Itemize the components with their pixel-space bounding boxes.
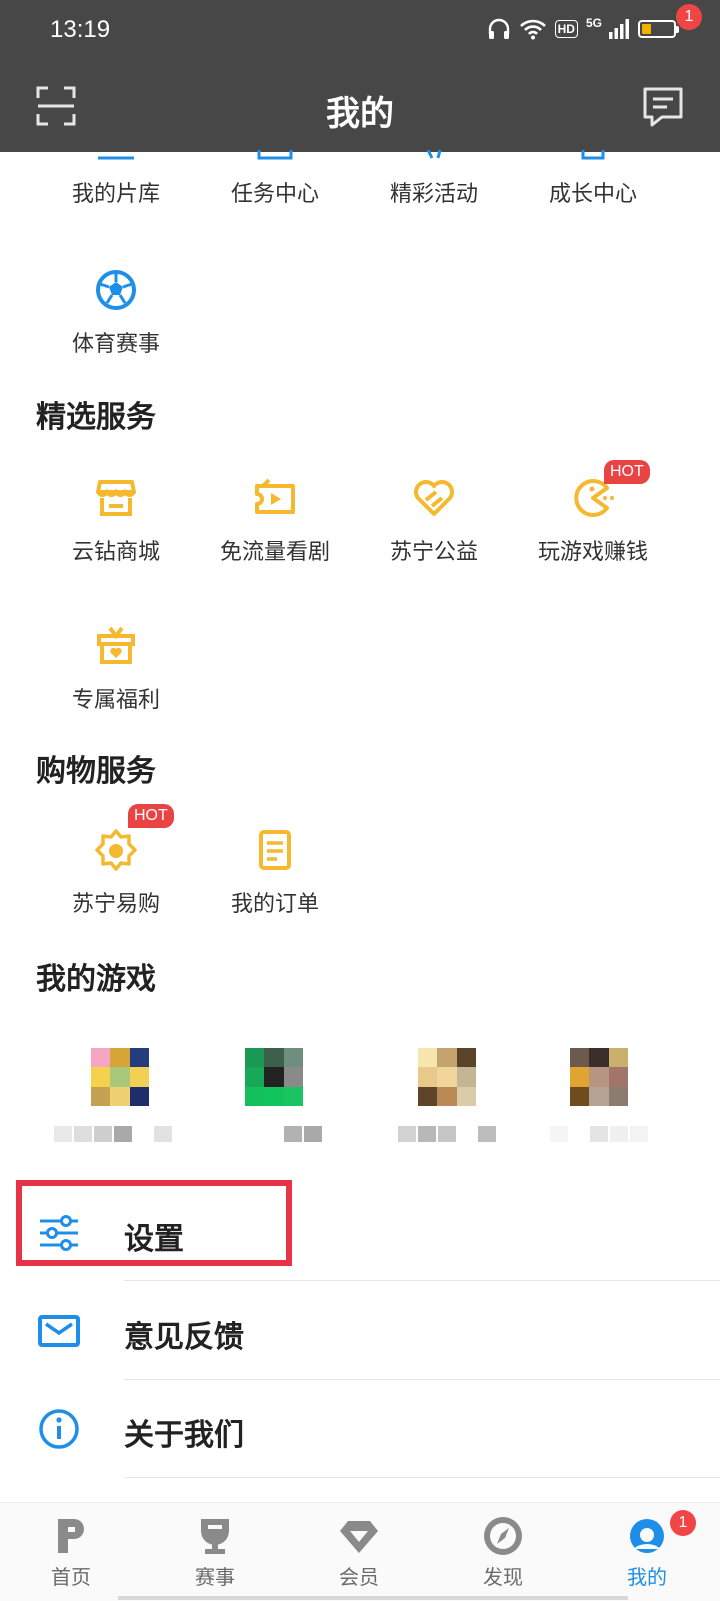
grid-label: 专属福利	[71, 688, 160, 713]
network-type: 5G	[585, 16, 602, 30]
section-title-featured: 精选服务	[36, 400, 156, 435]
game-name-blurred	[284, 1126, 322, 1142]
grid-item-store[interactable]: 云钻商城	[36, 476, 196, 566]
header-bar: 我的	[0, 64, 720, 152]
tab-discover[interactable]: 发现	[458, 1515, 548, 1590]
section-title-shopping: 购物服务	[36, 754, 156, 789]
grid-item-welfare[interactable]: 专属福利	[36, 624, 196, 714]
game-icon-2[interactable]	[245, 1048, 303, 1106]
headphones-icon	[488, 18, 509, 39]
profile-icon	[630, 1519, 664, 1553]
game-icon-3[interactable]	[418, 1048, 476, 1106]
tab-label: 首页	[51, 1565, 91, 1589]
grid-item-library[interactable]: 我的片库	[36, 150, 196, 208]
status-time: 13:19	[50, 16, 111, 43]
tab-profile-badge: 1	[670, 1510, 696, 1536]
tab-home[interactable]: 首页	[26, 1515, 116, 1590]
grid-item-charity[interactable]: 苏宁公益	[354, 476, 514, 566]
gift-icon	[97, 626, 135, 664]
gesture-bar	[118, 1596, 628, 1600]
message-badge: 1	[676, 4, 702, 30]
compass-icon	[484, 1517, 522, 1555]
grid-label: 精彩活动	[389, 182, 478, 207]
grid-label: 我的订单	[230, 892, 319, 917]
task-icon	[257, 150, 293, 160]
status-icons: HD 5G	[487, 16, 679, 40]
feedback-label: 意见反馈	[124, 1320, 244, 1355]
divider	[124, 1477, 720, 1478]
trophy-icon	[201, 1519, 229, 1554]
section-title-games: 我的游戏	[36, 962, 156, 997]
page-title: 我的	[326, 94, 394, 134]
battery-icon	[638, 20, 679, 38]
tab-label: 会员	[339, 1565, 379, 1589]
activity-icon	[426, 150, 442, 159]
diamond-icon	[340, 1521, 378, 1553]
grid-label: 玩游戏赚钱	[537, 540, 648, 565]
signal-icon	[609, 19, 629, 39]
feedback-row[interactable]: 意见反馈	[0, 1282, 720, 1380]
about-label: 关于我们	[124, 1418, 244, 1453]
tab-label: 发现	[483, 1565, 523, 1589]
grid-label: 我的片库	[71, 182, 160, 207]
divider	[124, 1280, 720, 1281]
info-icon	[39, 1409, 79, 1449]
tab-label: 赛事	[195, 1565, 235, 1589]
suning-icon	[95, 829, 137, 871]
message-icon[interactable]	[642, 86, 684, 128]
status-bar: 13:19 HD 5G	[0, 0, 720, 64]
store-icon	[96, 480, 136, 516]
grid-item-free-video[interactable]: 免流量看剧	[195, 476, 355, 566]
grid-label: 苏宁公益	[389, 540, 478, 565]
wifi-icon	[519, 19, 546, 40]
mail-icon	[38, 1315, 80, 1347]
bottom-tab-bar: 首页 赛事 会员 发现 我的	[0, 1502, 720, 1601]
grid-label: 苏宁易购	[71, 892, 160, 917]
tab-member[interactable]: 会员	[314, 1515, 404, 1590]
game-icon-1[interactable]	[91, 1048, 149, 1106]
hd-badge: HD	[554, 20, 578, 38]
grid-label: 云钻商城	[71, 540, 160, 565]
game-icon-4[interactable]	[570, 1048, 628, 1106]
game-name-blurred	[550, 1126, 648, 1142]
ticket-video-icon	[255, 478, 295, 514]
tab-label: 我的	[627, 1565, 667, 1589]
grid-label: 成长中心	[548, 182, 637, 207]
home-icon	[58, 1519, 84, 1553]
tab-events[interactable]: 赛事	[170, 1515, 260, 1590]
hot-badge: HOT	[128, 804, 174, 828]
grid-item-suning[interactable]: 苏宁易购	[36, 828, 196, 918]
grid-label: 免流量看剧	[219, 540, 330, 565]
football-icon	[96, 270, 136, 310]
hot-badge: HOT	[604, 460, 650, 484]
library-icon	[98, 156, 134, 160]
heart-charity-icon	[414, 480, 454, 516]
grid-label: 体育赛事	[71, 332, 160, 357]
game-name-blurred	[398, 1126, 496, 1142]
grid-item-game-earn[interactable]: 玩游戏赚钱	[513, 476, 673, 566]
about-row[interactable]: 关于我们	[0, 1380, 720, 1478]
grid-label: 任务中心	[230, 182, 319, 207]
order-icon	[259, 830, 291, 870]
growth-icon	[581, 150, 605, 160]
highlight-box	[16, 1180, 292, 1266]
grid-item-growth[interactable]: 成长中心	[513, 150, 673, 208]
grid-item-sports[interactable]: 体育赛事	[36, 268, 196, 358]
grid-item-task[interactable]: 任务中心	[195, 150, 355, 208]
grid-item-activity[interactable]: 精彩活动	[354, 150, 514, 208]
grid-item-orders[interactable]: 我的订单	[195, 828, 355, 918]
game-name-blurred	[54, 1126, 172, 1142]
